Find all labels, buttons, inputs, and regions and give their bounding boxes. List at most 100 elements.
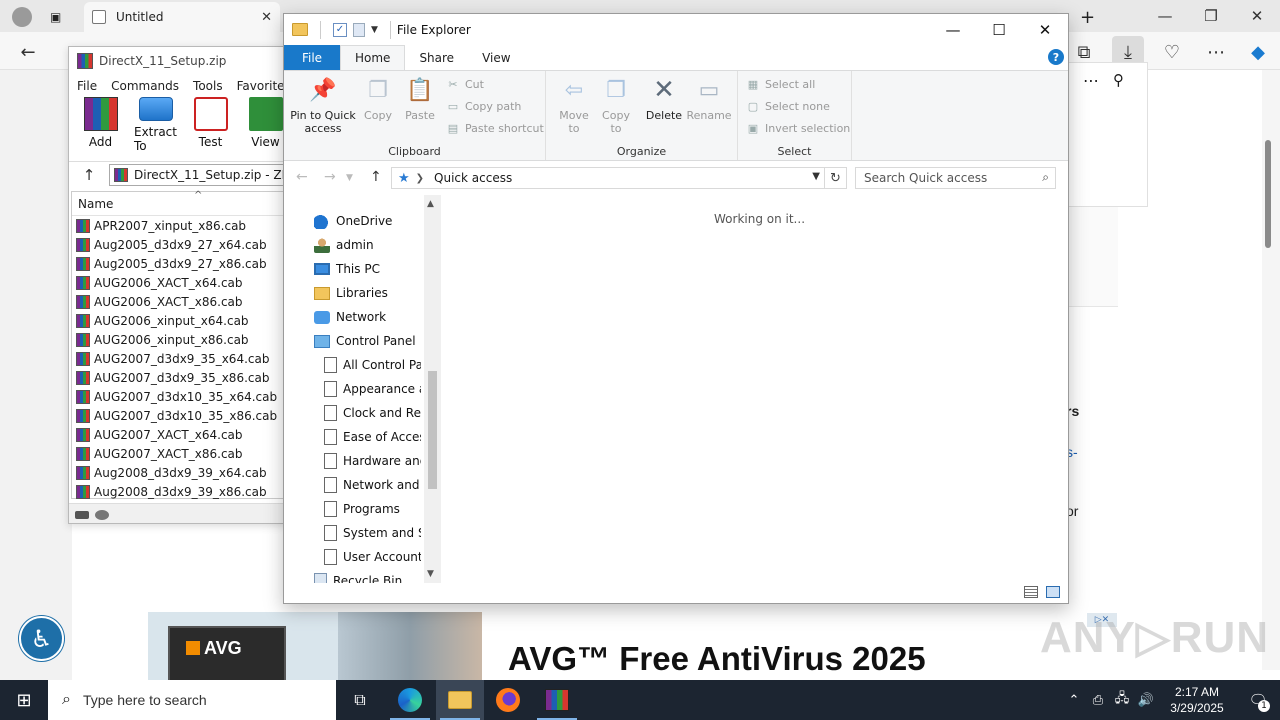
copy-to-button[interactable]: ❐ Copy to [596,75,636,135]
test-button[interactable]: Test [189,97,232,153]
delete-button[interactable]: ✕ Delete [644,75,684,123]
extract-to-button[interactable]: Extract To [134,97,177,153]
archive-file-row[interactable]: AUG2007_XACT_x86.cab [72,444,284,463]
scroll-down-icon[interactable]: ▼ [427,569,434,579]
details-view-icon[interactable] [1024,586,1038,598]
menu-file[interactable]: File [77,79,97,93]
customize-toolbar-icon[interactable]: ▼ [371,25,378,35]
menu-commands[interactable]: Commands [111,79,179,93]
tab-file[interactable]: File [284,45,340,70]
archive-file-row[interactable]: AUG2007_d3dx9_35_x86.cab [72,368,284,387]
search-input[interactable]: Search Quick access ⌕ [855,167,1056,189]
up-arrow-icon[interactable]: ↑ [69,166,109,184]
taskbar-winrar[interactable] [533,680,581,720]
close-icon[interactable]: ✕ [1022,14,1068,45]
more-options-icon[interactable]: ⋯ [1200,36,1232,68]
archive-file-row[interactable]: AUG2006_XACT_x64.cab [72,273,284,292]
copy-button[interactable]: ❐ Copy [360,75,396,122]
archive-file-row[interactable]: AUG2006_xinput_x64.cab [72,311,284,330]
refresh-icon[interactable]: ↻ [825,167,847,189]
tree-item[interactable]: Programs [324,497,421,521]
tab-home[interactable]: Home [340,45,406,70]
scroll-up-icon[interactable]: ▲ [427,199,434,209]
profile-avatar[interactable] [4,2,40,32]
archive-file-row[interactable]: Aug2005_d3dx9_27_x64.cab [72,235,284,254]
paste-button[interactable]: 📋 Paste [402,75,438,122]
task-view-icon[interactable]: ⧉ [336,680,384,720]
paste-shortcut-button[interactable]: ▤ Paste shortcut [446,121,544,135]
browser-tab-untitled[interactable]: Untitled ✕ [84,2,280,32]
tree-item[interactable]: Clock and Region [324,401,421,425]
column-header-name[interactable]: ^ Name [72,190,284,216]
archive-file-row[interactable]: AUG2006_XACT_x86.cab [72,292,284,311]
restore-icon[interactable]: ❐ [1188,0,1234,32]
ad-headline[interactable]: AVG™ Free AntiVirus 2025 [508,640,926,678]
tree-item[interactable]: Libraries [314,281,426,305]
view-button[interactable]: View [244,97,287,153]
navigation-pane-scroll-thumb[interactable] [428,371,437,489]
address-dropdown-icon[interactable]: ▼ [812,171,820,182]
tree-item[interactable]: OneDrive [314,209,426,233]
windows-start-icon[interactable]: ⊞ [0,680,48,720]
archive-file-list[interactable]: ^ Name APR2007_xinput_x86.cab Aug2005_d3d… [71,190,285,501]
tree-item[interactable]: Network and Internet [324,473,421,497]
cut-button[interactable]: ✂ Cut [446,77,484,91]
minimize-icon[interactable]: — [930,14,976,45]
volume-icon[interactable]: 🔊 [1134,693,1158,708]
taskbar-file-explorer[interactable] [436,680,484,720]
menu-tools[interactable]: Tools [193,79,223,93]
tree-item[interactable]: Ease of Access [324,425,421,449]
new-folder-icon[interactable] [353,22,365,37]
add-button[interactable]: Add [79,97,122,153]
breadcrumb-quick-access[interactable]: Quick access [434,171,512,185]
copy-path-button[interactable]: ▭ Copy path [446,99,522,113]
invert-selection-button[interactable]: ▣ Invert selection [746,121,850,135]
menu-favorites[interactable]: Favorites [237,79,287,93]
minimize-icon[interactable]: — [1142,0,1188,32]
pin-icon[interactable]: ⚲ [1113,71,1124,89]
recent-locations-icon[interactable]: ▼ [346,173,353,183]
tree-item[interactable]: Network [314,305,426,329]
pin-to-quick-access-button[interactable]: 📌 Pin to Quick access [290,75,356,135]
browser-essentials-icon[interactable]: ♡ [1156,36,1188,68]
device-icon[interactable]: ⎙ [1086,693,1110,708]
taskbar-edge[interactable] [386,680,434,720]
tree-item[interactable]: This PC [314,257,426,281]
new-tab-button[interactable]: + [1072,2,1102,32]
clock[interactable]: 2:17 AM 3/29/2025 [1158,684,1236,716]
tab-view[interactable]: View [468,45,524,70]
tree-item[interactable]: Hardware and Sound [324,449,421,473]
archive-path-field[interactable]: DirectX_11_Setup.zip - ZIP [109,163,287,186]
address-bar[interactable]: ★ ❯ Quick access ▼ [391,167,825,189]
tree-item[interactable]: Control Panel [314,329,426,353]
tree-item[interactable]: System and Security [324,521,421,545]
forward-icon[interactable]: → [324,169,336,185]
tree-item[interactable]: All Control Panel Items [324,353,421,377]
select-none-button[interactable]: ▢ Select none [746,99,830,113]
tree-item[interactable]: User Accounts [324,545,421,569]
archive-file-row[interactable]: AUG2007_XACT_x64.cab [72,425,284,444]
breadcrumb-chevron-icon[interactable]: ❯ [416,173,424,184]
taskbar-search-box[interactable]: ⌕ Type here to search [48,680,336,720]
maximize-icon[interactable]: ☐ [976,14,1022,45]
properties-icon[interactable]: ✓ [333,22,347,37]
navigation-pane-scrollbar[interactable]: ▲ ▼ [424,195,441,583]
copilot-icon[interactable]: ◆ [1242,36,1274,68]
archive-file-row[interactable]: AUG2007_d3dx9_35_x64.cab [72,349,284,368]
up-icon[interactable]: ↑ [370,169,382,185]
help-icon[interactable]: ? [1048,49,1064,65]
rename-button[interactable]: ▭ Rename [686,75,732,122]
archive-file-row[interactable]: APR2007_xinput_x86.cab [72,216,284,235]
ad-banner[interactable]: AVG [148,612,482,680]
large-icons-view-icon[interactable] [1046,586,1060,598]
tree-item[interactable]: admin [314,233,426,257]
accessibility-icon[interactable]: ♿ [19,616,64,661]
select-all-button[interactable]: ▦ Select all [746,77,816,91]
notifications-icon[interactable]: 🗨 1 [1236,691,1280,712]
archive-file-row[interactable]: Aug2005_d3dx9_27_x86.cab [72,254,284,273]
page-scrollbar-thumb[interactable] [1265,140,1271,248]
more-icon[interactable]: ⋯ [1083,71,1099,90]
network-icon[interactable]: 🖧 [1110,689,1134,711]
tree-item[interactable]: Appearance and Personalization [324,377,421,401]
archive-file-row[interactable]: Aug2008_d3dx9_39_x86.cab [72,482,284,501]
